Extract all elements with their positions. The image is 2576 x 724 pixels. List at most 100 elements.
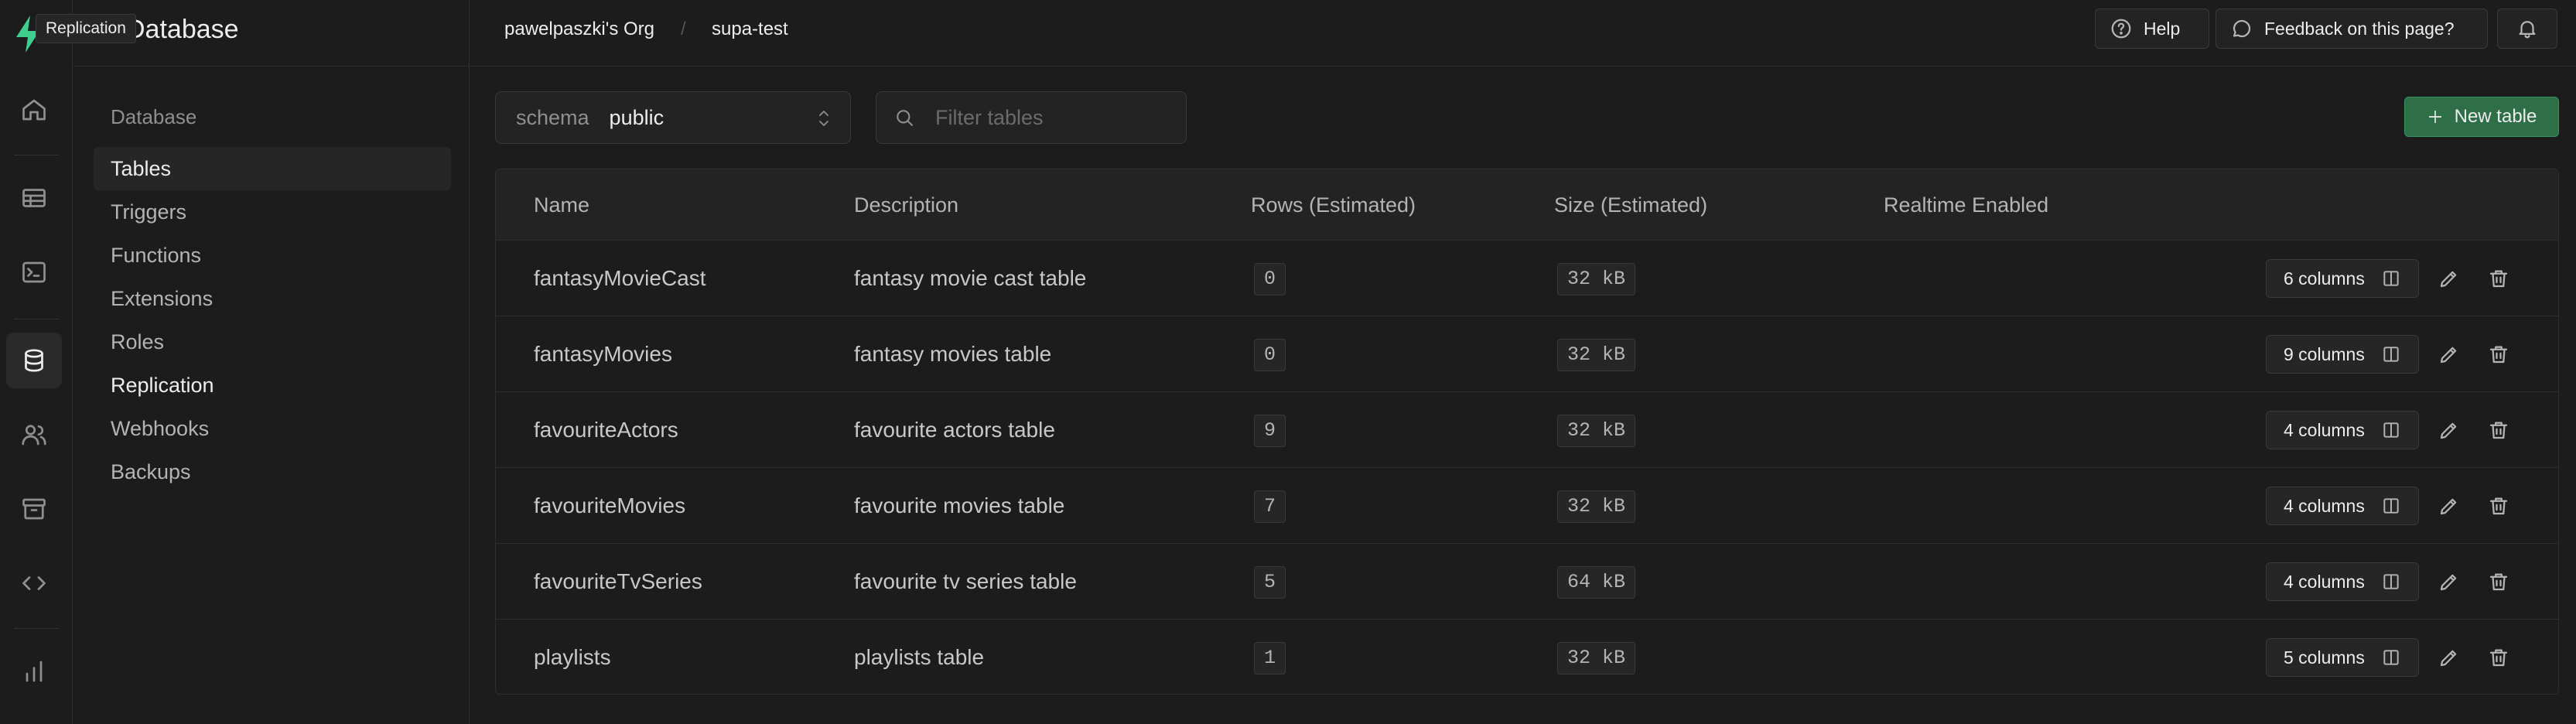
feedback-button[interactable]: Feedback on this page? [2216,9,2488,49]
tooltip: Replication [36,14,136,43]
help-button[interactable]: Help [2095,9,2209,49]
search-icon [897,110,913,126]
columns-label: 4 columns [2284,571,2365,592]
sidebar-item-triggers[interactable]: Triggers [94,190,451,234]
top-bar: pawelpaszki's Org / supa-test Help Feedb… [470,0,2576,67]
columns-button[interactable]: 9 columns [2266,335,2419,374]
sidebar-item-roles[interactable]: Roles [94,320,451,364]
schema-select[interactable]: schema public [495,91,851,144]
table-row[interactable]: favouriteMovies favourite movies table 7… [496,468,2558,544]
rows-count-badge: 0 [1254,263,1286,295]
help-icon [2111,19,2131,39]
sidebar-nav: Tables Triggers Functions Extensions Rol… [94,147,451,493]
edit-icon[interactable] [2438,646,2461,669]
sidebar-item-backups[interactable]: Backups [94,450,451,493]
table-description-cell: fantasy movies table [854,342,1052,366]
sidebar-item-replication[interactable]: Replication [94,364,451,407]
columns-button[interactable]: 4 columns [2266,562,2419,601]
header-name: Name [534,193,590,217]
filter-tables-field[interactable] [876,91,1187,144]
edit-icon[interactable] [2438,418,2461,442]
size-badge: 32 kB [1557,490,1636,523]
database-icon[interactable] [6,333,62,388]
sidebar-section-heading: Database [111,105,197,128]
trash-icon[interactable] [2487,494,2510,517]
size-badge: 32 kB [1557,415,1636,447]
table-name-cell: favouriteTvSeries [534,569,702,593]
breadcrumb-project[interactable]: supa-test [712,0,788,59]
header-realtime: Realtime Enabled [1884,193,2049,217]
sql-editor-icon[interactable] [6,244,62,300]
columns-button[interactable]: 5 columns [2266,638,2419,677]
table-description-cell: fantasy movie cast table [854,266,1087,290]
table-header: Name Description Rows (Estimated) Size (… [496,169,2558,241]
columns-button[interactable]: 4 columns [2266,487,2419,525]
users-icon[interactable] [6,407,62,463]
table-row[interactable]: favouriteActors favourite actors table 9… [496,392,2558,468]
table-description-cell: favourite movies table [854,493,1065,517]
table-name-cell: playlists [534,645,611,669]
schema-value: public [609,105,664,129]
trash-icon[interactable] [2487,267,2510,290]
sidebar-title: Database [126,15,239,44]
message-circle-icon [2233,19,2251,38]
notifications-button[interactable] [2497,9,2557,49]
sidebar-item-tables[interactable]: Tables [94,147,451,190]
table-description-cell: playlists table [854,645,985,669]
table-body: fantasyMovieCast fantasy movie cast tabl… [496,241,2558,694]
edit-icon[interactable] [2438,267,2461,290]
table-editor-icon[interactable] [6,170,62,226]
rows-count-badge: 9 [1254,415,1286,447]
columns-button[interactable]: 6 columns [2266,259,2419,298]
columns-icon [2383,422,2399,438]
home-icon[interactable] [6,82,62,138]
trash-icon[interactable] [2487,570,2510,593]
trash-icon[interactable] [2487,343,2510,366]
storage-icon[interactable] [6,481,62,537]
columns-label: 4 columns [2284,419,2365,440]
header-rows: Rows (Estimated) [1251,193,1416,217]
new-table-button[interactable]: New table [2404,97,2559,137]
rows-count-badge: 7 [1254,490,1286,523]
table-row[interactable]: favouriteTvSeries favourite tv series ta… [496,544,2558,620]
columns-button[interactable]: 4 columns [2266,411,2419,449]
schema-label: schema [516,105,589,129]
size-badge: 32 kB [1557,263,1636,295]
database-sidebar: Database Database Tables Triggers Functi… [73,0,470,724]
filter-tables-input[interactable] [935,105,1183,130]
table-row[interactable]: fantasyMovies fantasy movies table 0 32 … [496,316,2558,392]
size-badge: 64 kB [1557,566,1636,599]
columns-icon [2383,271,2399,286]
rows-count-badge: 5 [1254,566,1286,599]
api-icon[interactable] [6,555,62,611]
edit-icon[interactable] [2438,570,2461,593]
tables-table: Name Description Rows (Estimated) Size (… [495,169,2559,695]
plus-icon [2428,110,2441,124]
table-name-cell: fantasyMovieCast [534,266,706,290]
columns-label: 5 columns [2284,647,2365,668]
size-badge: 32 kB [1557,339,1636,371]
sidebar-item-webhooks[interactable]: Webhooks [94,407,451,450]
sidebar-item-functions[interactable]: Functions [94,234,451,277]
header-size: Size (Estimated) [1554,193,1708,217]
icon-rail [0,0,73,724]
table-description-cell: favourite tv series table [854,569,1077,593]
table-description-cell: favourite actors table [854,418,1055,442]
columns-icon [2383,498,2399,514]
breadcrumb-org[interactable]: pawelpaszki's Org [504,0,654,59]
sidebar-item-extensions[interactable]: Extensions [94,277,451,320]
reports-icon[interactable] [6,644,62,699]
table-row[interactable]: playlists playlists table 1 32 kB 5 colu… [496,620,2558,694]
header-description: Description [854,193,959,217]
chevron-up-down-icon [819,111,828,126]
edit-icon[interactable] [2438,343,2461,366]
edit-icon[interactable] [2438,494,2461,517]
trash-icon[interactable] [2487,646,2510,669]
bell-icon [2519,21,2536,39]
table-name-cell: favouriteActors [534,418,678,442]
columns-icon [2383,574,2399,589]
columns-label: 6 columns [2284,268,2365,289]
table-row[interactable]: fantasyMovieCast fantasy movie cast tabl… [496,241,2558,316]
columns-icon [2383,650,2399,665]
trash-icon[interactable] [2487,418,2510,442]
